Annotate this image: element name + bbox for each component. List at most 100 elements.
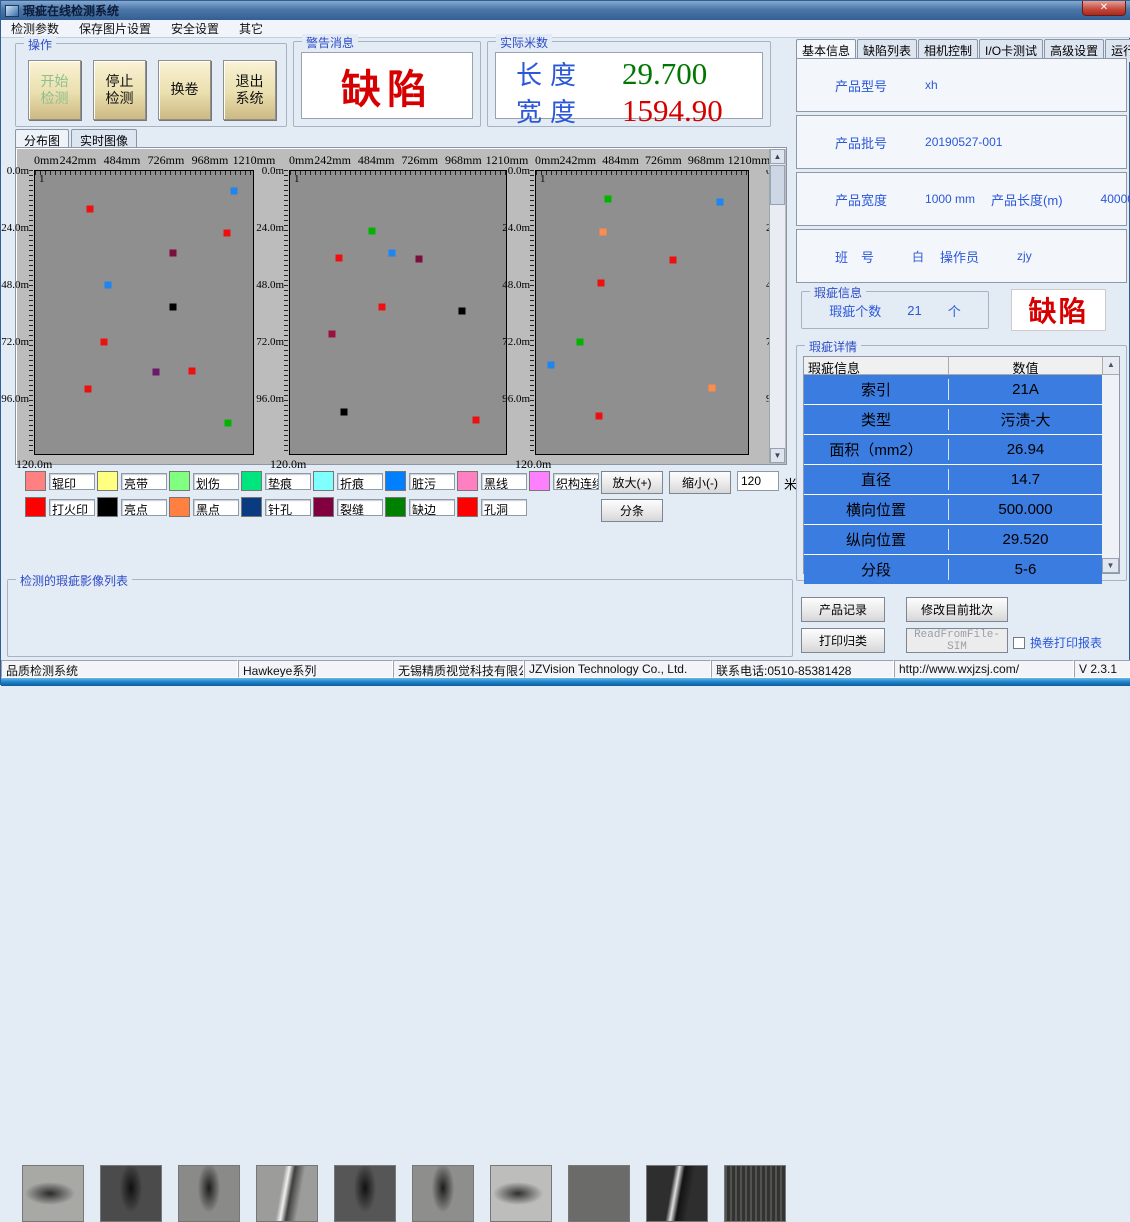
legend-item: 垫痕 — [241, 469, 313, 493]
defect-info-group: 瑕疵信息 瑕疵个数 21 个 — [801, 291, 989, 329]
x-tick-label: 242mm — [60, 153, 97, 168]
defect-alert-text: 缺陷 — [1028, 290, 1088, 330]
defect-point[interactable] — [473, 417, 480, 424]
defect-point[interactable] — [86, 205, 93, 212]
defect-point[interactable] — [340, 409, 347, 416]
defect-point[interactable] — [153, 369, 160, 376]
detail-row-4[interactable]: 直径14.7 — [804, 465, 1102, 494]
op-button-1[interactable]: 开始 检测 — [28, 60, 81, 120]
defect-point[interactable] — [224, 230, 231, 237]
read-from-file-button[interactable]: ReadFromFile-SIM — [906, 628, 1008, 653]
detail-row-2[interactable]: 类型污渍-大 — [804, 405, 1102, 434]
scroll-up-icon[interactable]: ▲ — [770, 149, 785, 164]
defect-thumbnail-3[interactable] — [178, 1165, 240, 1222]
top-tick-ruler — [35, 171, 253, 175]
defect-point[interactable] — [169, 249, 176, 256]
defect-point[interactable] — [415, 256, 422, 263]
defect-point[interactable] — [84, 386, 91, 393]
defect-point[interactable] — [231, 187, 238, 194]
info-row-3: 产品宽度1000 mm产品长度(m)40000 — [796, 172, 1127, 226]
defect-thumbnail-6[interactable] — [412, 1165, 474, 1222]
x-tick-label: 0mm — [34, 153, 59, 168]
defect-point[interactable] — [459, 308, 466, 315]
split-button[interactable]: 分条 — [601, 499, 663, 522]
detail-value: 14.7 — [949, 471, 1102, 488]
defect-point[interactable] — [709, 385, 716, 392]
op-button-4[interactable]: 退出 系统 — [223, 60, 276, 120]
meters-input[interactable] — [737, 471, 779, 491]
legend-label: 黑点 — [193, 499, 239, 516]
table-vertical-scrollbar[interactable]: ▼ — [1102, 375, 1119, 573]
defect-point[interactable] — [188, 367, 195, 374]
op-button-3[interactable]: 换卷 — [158, 60, 211, 120]
zoom-out-button[interactable]: 缩小(-) — [669, 471, 731, 494]
info-label: 操作员 — [940, 247, 979, 266]
defect-point[interactable] — [600, 228, 607, 235]
scatter-plot-3[interactable]: 1 — [535, 170, 749, 455]
op-button-2[interactable]: 停止 检测 — [93, 60, 146, 120]
defect-point[interactable] — [101, 338, 108, 345]
detail-row-3[interactable]: 面积（mm2）26.94 — [804, 435, 1102, 464]
table-scroll-up-icon[interactable]: ▲ — [1102, 357, 1119, 374]
defect-thumbnail-8[interactable] — [568, 1165, 630, 1222]
print-classify-button[interactable]: 打印归类 — [801, 628, 885, 653]
y-tick-label: 96.0m — [256, 393, 284, 405]
top-tick-ruler — [536, 171, 748, 175]
defect-thumbnail-7[interactable] — [490, 1165, 552, 1222]
defect-thumbnail-2[interactable] — [100, 1165, 162, 1222]
x-axis-labels-1: 0mm242mm484mm726mm968mm1210mm — [34, 153, 254, 169]
product-record-button[interactable]: 产品记录 — [801, 597, 885, 622]
detail-row-6[interactable]: 纵向位置29.520 — [804, 525, 1102, 554]
defect-point[interactable] — [598, 280, 605, 287]
table-scroll-down-icon[interactable]: ▼ — [1102, 558, 1119, 573]
defect-thumbnail-9[interactable] — [646, 1165, 708, 1222]
defect-point[interactable] — [669, 257, 676, 264]
defect-thumbnail-1[interactable] — [22, 1165, 84, 1222]
status-bar: 品质检测系统Hawkeye系列无锡精质视觉科技有限公司JZVision Tech… — [1, 660, 1130, 678]
title-bar: 瑕疵在线检测系统 ✕ — [1, 1, 1130, 20]
defect-point[interactable] — [105, 282, 112, 289]
zoom-in-button[interactable]: 放大(+) — [601, 471, 663, 494]
defect-thumbnail-5[interactable] — [334, 1165, 396, 1222]
checkbox-icon[interactable] — [1013, 637, 1025, 649]
print-report-checkbox-row[interactable]: 换卷打印报表 — [1013, 634, 1102, 651]
detail-row-5[interactable]: 横向位置500.000 — [804, 495, 1102, 524]
scrollbar-thumb[interactable] — [770, 165, 785, 205]
defect-point[interactable] — [596, 413, 603, 420]
defect-point[interactable] — [576, 338, 583, 345]
scroll-down-icon[interactable]: ▼ — [770, 448, 785, 463]
scatter-plot-1[interactable]: 1 — [34, 170, 254, 455]
modify-batch-button[interactable]: 修改目前批次 — [906, 597, 1008, 622]
defect-point[interactable] — [329, 330, 336, 337]
defect-point[interactable] — [225, 420, 232, 427]
top-tick-ruler — [290, 171, 506, 175]
legend-label: 黑线 — [481, 473, 527, 490]
plot-vertical-scrollbar[interactable]: ▲ ▼ — [769, 149, 785, 463]
defect-point[interactable] — [717, 198, 724, 205]
defect-point[interactable] — [379, 304, 386, 311]
info-cell: 产品批号20190527-001 — [797, 133, 1002, 152]
plot-block-1: 0mm242mm484mm726mm968mm1210mm0.0m24.0m48… — [16, 148, 254, 464]
detail-value: 26.94 — [949, 441, 1102, 458]
detail-row-1[interactable]: 索引21A — [804, 375, 1102, 404]
scatter-plot-2[interactable]: 1 — [289, 170, 507, 455]
defect-point[interactable] — [388, 250, 395, 257]
menu-item-4[interactable]: 其它 — [229, 19, 273, 38]
defect-point[interactable] — [605, 195, 612, 202]
defect-thumbnail-4[interactable] — [256, 1165, 318, 1222]
close-button[interactable]: ✕ — [1082, 1, 1126, 16]
legend-label: 针孔 — [265, 499, 311, 516]
legend-item: 脏污 — [385, 469, 457, 493]
thumbnail-mark — [413, 1166, 473, 1221]
menu-item-3[interactable]: 安全设置 — [161, 19, 229, 38]
detail-value: 29.520 — [949, 531, 1102, 548]
defect-point[interactable] — [335, 255, 342, 262]
defect-point[interactable] — [547, 361, 554, 368]
defect-point[interactable] — [369, 227, 376, 234]
defect-point[interactable] — [169, 304, 176, 311]
defect-thumbnail-10[interactable] — [724, 1165, 786, 1222]
menu-item-2[interactable]: 保存图片设置 — [69, 19, 161, 38]
legend-swatch — [385, 497, 406, 517]
legend-item: 辊印 — [25, 469, 97, 493]
detail-row-7[interactable]: 分段5-6 — [804, 555, 1102, 584]
